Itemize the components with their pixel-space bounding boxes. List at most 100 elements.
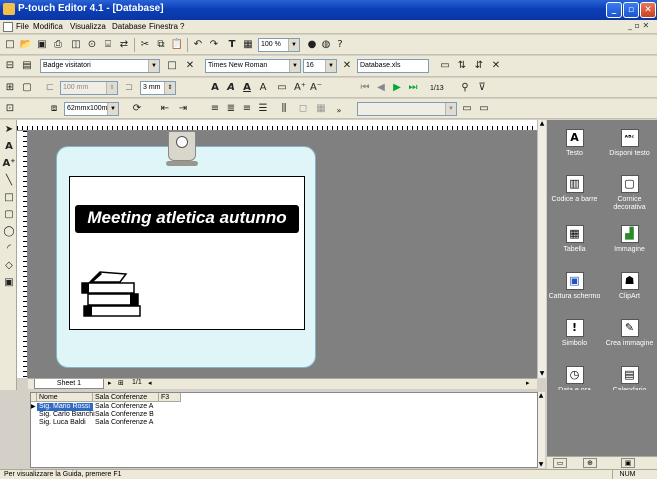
vertical-text-icon[interactable]: A⁺ <box>2 157 16 171</box>
scroll-up-icon[interactable]: ▲ <box>538 120 546 128</box>
select-all-icon[interactable]: ⊡ <box>3 102 17 116</box>
last-record-icon[interactable]: ⏭ <box>406 81 420 95</box>
page-icon[interactable]: ▢ <box>20 81 34 95</box>
prev-record-icon[interactable]: ◀ <box>374 81 388 95</box>
mdi-controls[interactable]: _ ▫ ✕ <box>628 21 649 30</box>
scroll-down-icon[interactable]: ▼ <box>538 370 546 378</box>
save-icon[interactable]: ▣ <box>35 38 49 52</box>
vertical-text-icon[interactable]: ⫼ <box>277 102 291 116</box>
scroll-up-icon[interactable]: ▲ <box>537 392 545 399</box>
italic-icon[interactable]: A <box>224 81 238 95</box>
column-header-f3[interactable]: F3 <box>159 393 181 402</box>
new-icon[interactable]: □ <box>3 38 17 52</box>
open-icon[interactable]: 📂 <box>19 38 33 52</box>
paste-layout-icon[interactable]: ⊞ <box>3 81 17 95</box>
search-icon[interactable]: ⚲ <box>458 81 472 95</box>
cell-nome[interactable]: Sig. Luca Baldi <box>37 419 93 427</box>
scroll-right-icon[interactable]: ▸ <box>526 379 530 387</box>
bold-icon[interactable]: A <box>208 81 222 95</box>
rounded-rect-icon[interactable]: ▢ <box>2 208 16 222</box>
help-icon[interactable]: ? <box>333 38 347 52</box>
text-justify-icon[interactable]: ☰ <box>256 102 270 116</box>
panel-add-button[interactable]: ⊕ <box>583 458 597 468</box>
tool-crea-immagine[interactable]: ✎ Crea immagine <box>602 319 657 348</box>
line-icon[interactable]: ╲ <box>2 174 16 188</box>
arc-icon[interactable]: ◜ <box>2 242 16 256</box>
scroll-down-icon[interactable]: ▼ <box>537 461 545 468</box>
cut-icon[interactable]: ✂ <box>138 38 152 52</box>
db-grid-icon[interactable]: ▭ <box>477 102 491 116</box>
text-align-center-icon[interactable]: ≣ <box>224 102 238 116</box>
column-header-sala[interactable]: Sala Conferenze <box>93 393 159 402</box>
zoom-preview-icon[interactable]: ⊙ <box>85 38 99 52</box>
database-file-field[interactable]: Database.xls <box>357 59 429 73</box>
tool-testo[interactable]: A Testo <box>547 129 602 158</box>
panel-settings-button[interactable]: ▣ <box>621 458 635 468</box>
database-grid[interactable]: Nome Sala Conferenze F3 ▶ Sig. Mario Ros… <box>30 392 538 468</box>
close-database-icon[interactable]: ✕ <box>489 59 503 73</box>
rectangle-icon[interactable]: □ <box>2 191 16 205</box>
printer-setup-icon[interactable]: ⌸ <box>101 38 115 52</box>
menu-modifica[interactable]: Modifica <box>33 22 63 31</box>
scroll-left-icon[interactable]: ◂ <box>148 379 152 387</box>
books-clipart[interactable] <box>80 270 144 320</box>
tool-disponi-testo[interactable]: ᴬᴮᶜ Disponi testo <box>602 129 657 158</box>
template-select[interactable]: Badge visitatori ▼ <box>40 59 160 73</box>
tool-codice-barre[interactable]: ▥ Codice a barre <box>547 175 602 204</box>
outline-icon[interactable]: A <box>256 81 270 95</box>
zoom-select[interactable]: 100 % ▼ <box>258 38 300 52</box>
column-header-nome[interactable]: Nome <box>37 393 93 402</box>
add-sheet-icon[interactable]: ⊞ <box>118 379 124 387</box>
tool-simbolo[interactable]: ! Simbolo <box>547 319 602 348</box>
record-field[interactable]: ▼ <box>357 102 457 116</box>
tool-tabella[interactable]: ▦ Tabella <box>547 225 602 254</box>
object-icon[interactable]: ● <box>305 38 319 52</box>
cell-sala[interactable]: Sala Conferenze A <box>93 419 159 427</box>
template-icon[interactable]: ▤ <box>20 59 34 73</box>
sort-desc-icon[interactable]: ⇵ <box>472 59 486 73</box>
pointer-icon[interactable]: ➤ <box>2 123 16 137</box>
tool-clipart[interactable]: ☗ ClipArt <box>602 272 657 301</box>
canvas-vertical-scrollbar[interactable]: ▲ ▼ <box>537 120 546 378</box>
text-align-left-icon[interactable]: ≡ <box>208 102 222 116</box>
rotate-icon[interactable]: ⟳ <box>130 102 144 116</box>
more-format-icon[interactable]: ▦ <box>314 102 328 116</box>
copy-icon[interactable]: ⧉ <box>154 38 168 52</box>
ellipse-icon[interactable]: ◯ <box>2 225 16 239</box>
db-view-icon[interactable]: ▭ <box>460 102 474 116</box>
grid-icon[interactable]: ▦ <box>241 38 255 52</box>
menu-visualizza[interactable]: Visualizza <box>70 22 106 31</box>
menu-help[interactable]: ? <box>180 22 184 31</box>
menu-database[interactable]: Database <box>112 22 146 31</box>
cell-nome-selected[interactable]: Sig. Mario Rossi <box>37 403 93 411</box>
frame-icon[interactable]: ▣ <box>2 276 16 290</box>
menu-file[interactable]: File <box>16 22 29 31</box>
shrink-font-icon[interactable]: A⁻ <box>309 81 323 95</box>
print-icon[interactable]: ⎙ <box>51 38 65 52</box>
transfer-icon[interactable]: ⇄ <box>117 38 131 52</box>
font-select[interactable]: Times New Roman ▼ <box>205 59 301 73</box>
enlarge-font-icon[interactable]: A⁺ <box>293 81 307 95</box>
first-record-icon[interactable]: ⏮ <box>358 81 372 95</box>
sort-asc-icon[interactable]: ⇅ <box>455 59 469 73</box>
cell-sala[interactable]: Sala Conferenze B <box>93 411 159 419</box>
undo-icon[interactable]: ↶ <box>191 38 205 52</box>
title-bar[interactable]: P-touch Editor 4.1 - [Database] _ ▫ ✕ <box>0 0 657 20</box>
redo-icon[interactable]: ↷ <box>207 38 221 52</box>
panel-view-button[interactable]: ▭ <box>553 458 567 468</box>
print-preview-icon[interactable]: ◫ <box>69 38 83 52</box>
filter-icon[interactable]: ⊽ <box>475 81 489 95</box>
tape-width-field[interactable]: 100 mm ⇕ <box>60 81 118 95</box>
text-align-right-icon[interactable]: ≡ <box>240 102 254 116</box>
paste-icon[interactable]: 📋 <box>170 38 184 52</box>
close-template-icon[interactable]: ✕ <box>183 59 197 73</box>
text-icon[interactable]: A <box>2 140 16 154</box>
db-open-icon[interactable]: ▭ <box>438 59 452 73</box>
menu-finestra[interactable]: Finestra <box>149 22 178 31</box>
page-layout-icon[interactable]: ⊟ <box>3 59 17 73</box>
cell-sala[interactable]: Sala Conferenze A <box>93 403 159 411</box>
sheet-tab[interactable]: Sheet 1 <box>34 379 104 389</box>
frame-text-icon[interactable]: ▭ <box>275 81 289 95</box>
scroll-right-icon[interactable]: ▸ <box>108 379 112 387</box>
tool-cattura[interactable]: ▣ Cattura schermo <box>547 272 602 301</box>
